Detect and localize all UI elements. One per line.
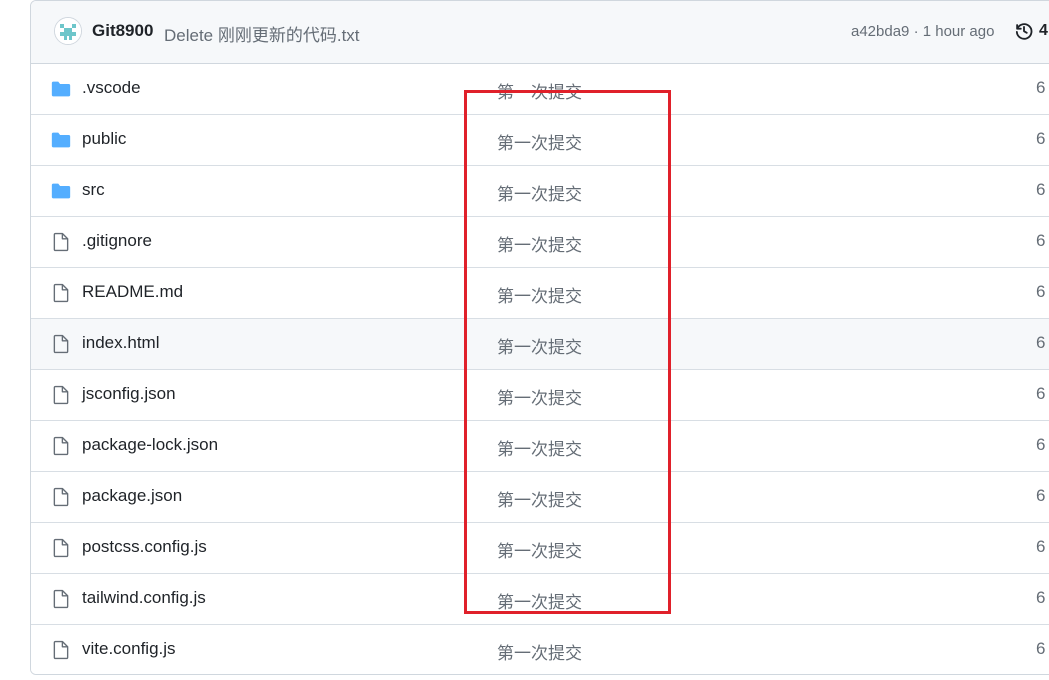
folder-icon [51,183,71,199]
file-row[interactable]: .vscode 第一次提交 6 [31,64,1049,115]
file-name-link[interactable]: src [82,180,105,200]
file-row[interactable]: tailwind.config.js 第一次提交 6 [31,574,1049,625]
commit-hash-time[interactable]: a42bda9 · 1 hour ago [851,23,994,40]
file-commit-message-link[interactable]: 第一次提交 [497,333,582,358]
file-row[interactable]: package.json 第一次提交 6 [31,472,1049,523]
file-icon [53,232,69,252]
file-name-link[interactable]: index.html [82,333,159,353]
file-icon [53,538,69,558]
file-commit-message-link[interactable]: 第一次提交 [497,282,582,307]
commit-message-link[interactable]: Delete 刚刚更新的代码.txt [164,21,360,46]
file-commit-message-link[interactable]: 第一次提交 [497,384,582,409]
file-commit-age: 6 [1036,231,1046,250]
file-commit-message-link[interactable]: 第一次提交 [497,129,582,154]
commit-author-link[interactable]: Git8900 [92,21,153,41]
file-row[interactable]: index.html 第一次提交 6 [31,319,1049,370]
file-commit-age: 6 [1036,588,1046,607]
file-row[interactable]: .gitignore 第一次提交 6 [31,217,1049,268]
file-icon [53,640,69,660]
file-row[interactable]: jsconfig.json 第一次提交 6 [31,370,1049,421]
file-row[interactable]: postcss.config.js 第一次提交 6 [31,523,1049,574]
folder-icon [51,132,71,148]
file-commit-age: 6 [1036,333,1046,352]
file-list: .vscode 第一次提交 6 public 第一次提交 6 src 第一次提交 6 .gitig… [31,64,1049,674]
file-commit-message-link[interactable]: 第一次提交 [497,78,582,103]
file-name-link[interactable]: postcss.config.js [82,537,207,557]
author-avatar[interactable] [54,17,82,45]
file-name-link[interactable]: public [82,129,126,149]
file-commit-message-link[interactable]: 第一次提交 [497,231,582,256]
repo-file-browser: Git8900 Delete 刚刚更新的代码.txt a42bda9 · 1 h… [30,0,1049,675]
commit-count: 4 [1039,22,1048,39]
file-commit-age: 6 [1036,78,1046,97]
file-row[interactable]: vite.config.js 第一次提交 6 [31,625,1049,674]
file-icon [53,487,69,507]
avatar-image [55,18,81,44]
file-name-link[interactable]: jsconfig.json [82,384,176,404]
file-commit-age: 6 [1036,129,1046,148]
file-icon [53,283,69,303]
file-icon [53,436,69,456]
file-commit-message-link[interactable]: 第一次提交 [497,537,582,562]
commit-history-button[interactable]: 4 [1013,20,1048,42]
file-commit-age: 6 [1036,180,1046,199]
file-commit-message-link[interactable]: 第一次提交 [497,639,582,664]
file-commit-age: 6 [1036,639,1046,658]
file-row[interactable]: README.md 第一次提交 6 [31,268,1049,319]
file-commit-message-link[interactable]: 第一次提交 [497,588,582,613]
history-icon [1015,23,1033,40]
file-name-link[interactable]: package-lock.json [82,435,218,455]
folder-icon [51,81,71,97]
file-commit-age: 6 [1036,282,1046,301]
file-icon [53,334,69,354]
file-icon [53,385,69,405]
file-commit-age: 6 [1036,486,1046,505]
file-name-link[interactable]: README.md [82,282,183,302]
file-row[interactable]: public 第一次提交 6 [31,115,1049,166]
latest-commit-bar: Git8900 Delete 刚刚更新的代码.txt a42bda9 · 1 h… [31,1,1049,64]
file-name-link[interactable]: package.json [82,486,182,506]
file-row[interactable]: package-lock.json 第一次提交 6 [31,421,1049,472]
file-name-link[interactable]: tailwind.config.js [82,588,206,608]
file-commit-age: 6 [1036,435,1046,454]
file-commit-age: 6 [1036,384,1046,403]
file-row[interactable]: src 第一次提交 6 [31,166,1049,217]
file-commit-message-link[interactable]: 第一次提交 [497,486,582,511]
file-name-link[interactable]: vite.config.js [82,639,176,659]
file-commit-age: 6 [1036,537,1046,556]
file-name-link[interactable]: .gitignore [82,231,152,251]
file-commit-message-link[interactable]: 第一次提交 [497,180,582,205]
file-commit-message-link[interactable]: 第一次提交 [497,435,582,460]
file-name-link[interactable]: .vscode [82,78,141,98]
file-icon [53,589,69,609]
